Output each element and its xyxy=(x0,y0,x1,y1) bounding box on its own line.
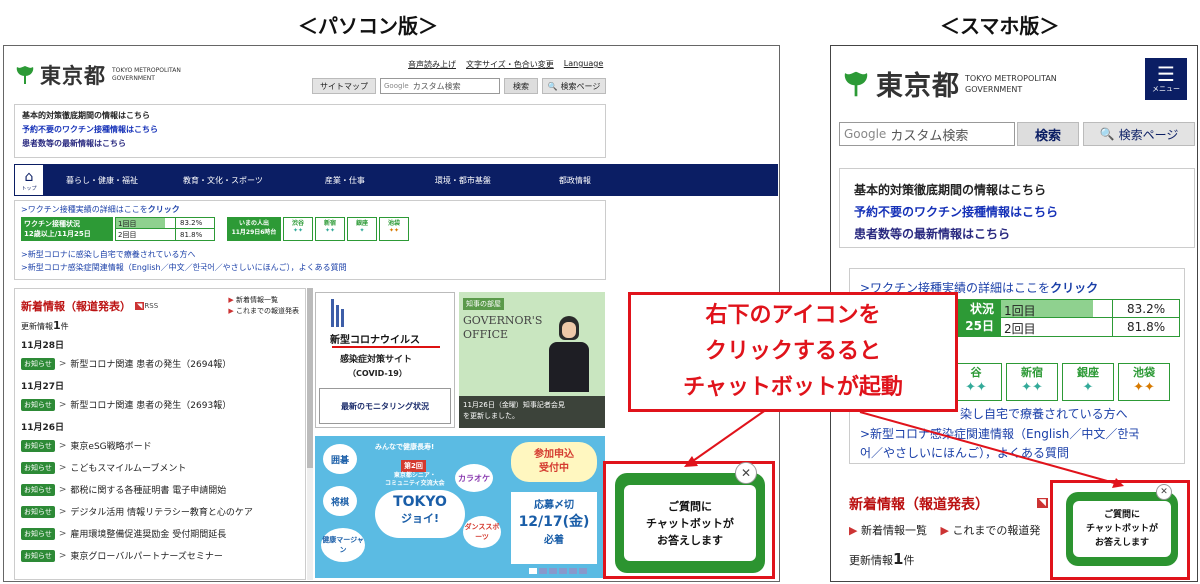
callout-line3: チャットボットが起動 xyxy=(683,375,903,400)
callout-box: 右下のアイコンを クリックするると チャットボットが起動 xyxy=(628,292,958,412)
callout-arrows xyxy=(684,399,1124,488)
callout-line2: クリックするると xyxy=(704,339,881,364)
arrow-to-sp xyxy=(859,411,1119,485)
callout-line1: 右下のアイコンを xyxy=(705,303,881,328)
